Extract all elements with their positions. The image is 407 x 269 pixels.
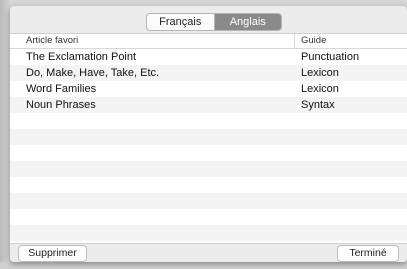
empty-row: [10, 209, 407, 225]
article-cell: The Exclamation Point: [26, 51, 137, 63]
favorites-sheet: Français Anglais Article favori Guide Th…: [10, 6, 407, 262]
empty-row: [10, 225, 407, 241]
guide-cell: Lexicon: [301, 83, 339, 95]
guide-cell: Lexicon: [301, 67, 339, 79]
tab-anglais[interactable]: Anglais: [213, 14, 281, 30]
table-row[interactable]: Word Families Lexicon: [10, 81, 407, 97]
table-row[interactable]: Noun Phrases Syntax: [10, 97, 407, 113]
article-cell: Do, Make, Have, Take, Etc.: [26, 67, 160, 79]
tab-francais[interactable]: Français: [147, 14, 214, 30]
table-header: Article favori Guide: [10, 34, 407, 49]
empty-row: [10, 129, 407, 145]
article-cell: Word Families: [26, 83, 97, 95]
empty-row: [10, 177, 407, 193]
delete-button[interactable]: Supprimer: [18, 245, 87, 262]
empty-row: [10, 113, 407, 129]
language-segmented-control: Français Anglais: [146, 13, 282, 31]
empty-row: [10, 145, 407, 161]
table-row[interactable]: The Exclamation Point Punctuation: [10, 49, 407, 65]
guide-cell: Punctuation: [301, 51, 360, 63]
background-window-bottom: [0, 262, 407, 269]
article-cell: Noun Phrases: [26, 99, 96, 111]
table-row[interactable]: Do, Make, Have, Take, Etc. Lexicon: [10, 65, 407, 81]
empty-row: [10, 193, 407, 209]
background-window-edge: [0, 0, 10, 269]
column-header-guide[interactable]: Guide: [295, 34, 326, 48]
favorites-table: Article favori Guide The Exclamation Poi…: [10, 33, 407, 244]
done-button[interactable]: Terminé: [337, 245, 399, 262]
empty-row: [10, 161, 407, 177]
column-header-article[interactable]: Article favori: [10, 34, 295, 48]
guide-cell: Syntax: [301, 99, 335, 111]
